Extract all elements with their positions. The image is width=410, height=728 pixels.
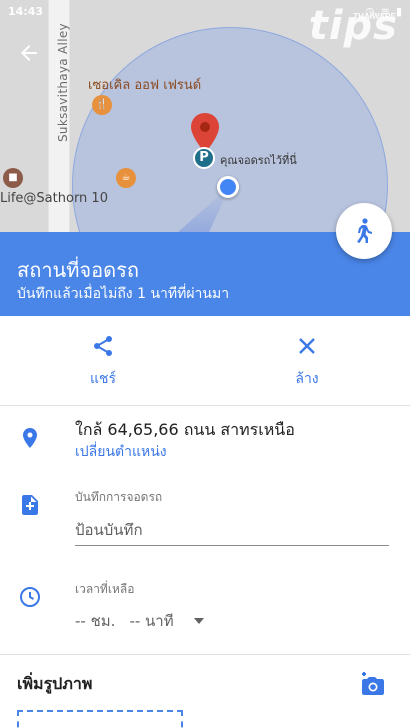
location-accuracy-circle (72, 27, 388, 232)
parking-marker-label: คุณจอดรถไว้ที่นี่ (220, 154, 297, 167)
parking-address: ใกล้ 64,65,66 ถนน สาทรเหนือ (75, 420, 295, 439)
divider (0, 654, 410, 655)
time-left-label: เวลาที่เหลือ (75, 582, 135, 596)
action-bar: แชร์ ล้าง (0, 316, 410, 406)
saved-time-subtitle: บันทึกแล้วเมื่อไม่ถึง 1 นาทีที่ผ่านมา (17, 286, 230, 302)
close-icon (299, 338, 315, 354)
map-view[interactable]: Suksavithaya Alley 🍴 เซอเคิล ออฟ เฟรนด์ … (0, 0, 410, 232)
minutes-value: -- นาที (129, 612, 174, 630)
poi-label-life[interactable]: Life@Sathorn 10 (0, 191, 108, 206)
share-label: แชร์ (89, 371, 117, 387)
cafe-icon[interactable]: ☕ (116, 168, 136, 188)
notes-input[interactable] (75, 516, 389, 546)
watermark-brand: THAIWARE (353, 12, 396, 21)
page-title: สถานที่จอดรถ (17, 258, 139, 282)
add-photo-slot[interactable] (17, 710, 183, 728)
share-button[interactable]: แชร์ (58, 334, 148, 390)
hours-value: -- ชม. (75, 612, 116, 630)
clear-label: ล้าง (295, 371, 319, 387)
status-time: 14:43 (8, 4, 44, 18)
poi-label-restaurant[interactable]: เซอเคิล ออฟ เฟรนด์ (88, 74, 201, 95)
location-pin-icon (23, 428, 37, 448)
shop-icon[interactable]: ■ (3, 168, 23, 188)
clock-icon (20, 587, 40, 607)
clear-button[interactable]: ล้าง (262, 334, 352, 390)
add-photo-title: เพิ่มรูปภาพ (17, 674, 93, 693)
road-label: Suksavithaya Alley (56, 23, 70, 142)
share-icon (94, 336, 112, 356)
note-add-icon (22, 495, 38, 515)
back-button[interactable] (12, 36, 46, 70)
app-root: Suksavithaya Alley 🍴 เซอเคิล ออฟ เฟรนด์ … (0, 0, 410, 728)
dropdown-caret-icon (193, 618, 204, 624)
walking-directions-button[interactable] (336, 203, 392, 259)
my-location-dot (217, 176, 239, 198)
add-photo-icon[interactable] (358, 670, 386, 698)
parking-icon[interactable]: P (193, 147, 215, 169)
walking-icon (357, 218, 372, 243)
notes-label: บันทึกการจอดรถ (75, 490, 163, 504)
change-location-link[interactable]: เปลี่ยนตำแหน่ง (75, 441, 167, 463)
restaurant-icon[interactable]: 🍴 (92, 95, 112, 115)
back-arrow-icon (21, 45, 37, 61)
time-left-select[interactable]: -- ชม. -- นาที (75, 609, 204, 633)
